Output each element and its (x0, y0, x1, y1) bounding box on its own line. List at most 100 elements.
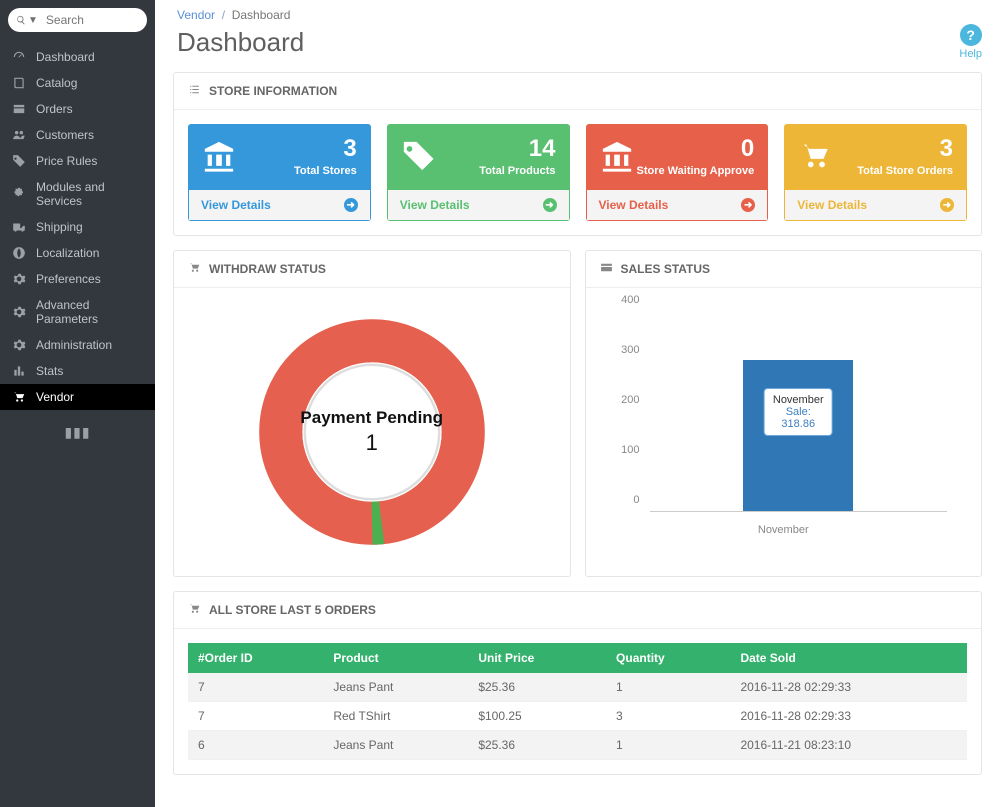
bar-november[interactable]: November Sale: 318.86 (743, 360, 853, 511)
help-button[interactable]: ? Help (959, 24, 982, 60)
panel-title: ALL STORE LAST 5 ORDERS (209, 603, 376, 617)
gear-icon (12, 272, 26, 286)
tooltip-label: November (773, 394, 824, 406)
sidebar-item-label: Advanced Parameters (36, 298, 143, 326)
sidebar-item-preferences[interactable]: Preferences (0, 266, 155, 292)
page-title: Dashboard (177, 27, 304, 58)
donut-center-label: Payment Pending (300, 408, 443, 428)
sidebar-item-vendor[interactable]: Vendor (0, 384, 155, 410)
col-order-id: #Order ID (188, 643, 323, 673)
sidebar-item-label: Shipping (36, 220, 83, 234)
gear-icon (12, 338, 26, 352)
sidebar-item-price-rules[interactable]: Price Rules (0, 148, 155, 174)
sales-bar-chart: 0 100 200 300 400 November Sale: 318.86 (600, 302, 968, 542)
tag-icon (12, 154, 26, 168)
table-cell: 2016-11-28 02:29:33 (730, 673, 967, 702)
table-row[interactable]: 7Jeans Pant$25.3612016-11-28 02:29:33 (188, 673, 967, 702)
panel-heading: WITHDRAW STATUS (174, 251, 570, 288)
cart-icon (188, 261, 201, 277)
table-cell: $25.36 (468, 731, 606, 760)
breadcrumb-root[interactable]: Vendor (177, 8, 215, 22)
truck-icon (12, 220, 26, 234)
donut-center-value: 1 (366, 430, 378, 456)
withdraw-donut-chart: Payment Pending 1 (252, 312, 492, 552)
table-cell: 1 (606, 673, 730, 702)
plus-circle-icon: ➜ (940, 198, 954, 212)
sidebar: ▼ Dashboard Catalog Orders Customers Pri… (0, 0, 155, 807)
sidebar-item-stats[interactable]: Stats (0, 358, 155, 384)
table-cell: 7 (188, 673, 323, 702)
book-icon (12, 76, 26, 90)
y-tick: 200 (600, 394, 646, 406)
sidebar-item-administration[interactable]: Administration (0, 332, 155, 358)
card-total-store-orders: 3Total Store Orders View Details➜ (784, 124, 967, 221)
panel-heading: STORE INFORMATION (174, 73, 981, 110)
table-cell: 3 (606, 702, 730, 731)
sidebar-item-shipping[interactable]: Shipping (0, 214, 155, 240)
search-box[interactable]: ▼ (8, 8, 147, 32)
table-cell: $25.36 (468, 673, 606, 702)
card-value: 0 (637, 137, 755, 161)
cart-icon (798, 139, 832, 176)
store-information-panel: STORE INFORMATION 3Total Stores View Det… (173, 72, 982, 236)
table-row[interactable]: 6Jeans Pant$25.3612016-11-21 08:23:10 (188, 731, 967, 760)
bank-icon (202, 139, 236, 176)
orders-icon (12, 102, 26, 116)
stat-cards: 3Total Stores View Details➜ 14Total Prod… (188, 124, 967, 221)
col-product: Product (323, 643, 468, 673)
breadcrumb-current: Dashboard (232, 8, 291, 22)
view-details-link[interactable]: View Details➜ (188, 190, 371, 221)
table-cell: Red TShirt (323, 702, 468, 731)
sidebar-item-label: Localization (36, 246, 99, 260)
table-header-row: #Order ID Product Unit Price Quantity Da… (188, 643, 967, 673)
sidebar-item-label: Modules and Services (36, 180, 143, 208)
panel-heading: ALL STORE LAST 5 ORDERS (174, 592, 981, 629)
tooltip-value: Sale: 318.86 (773, 406, 824, 430)
y-tick: 400 (600, 294, 646, 306)
sidebar-item-label: Customers (36, 128, 94, 142)
sidebar-item-modules[interactable]: Modules and Services (0, 174, 155, 214)
card-label: Store Waiting Approve (637, 165, 755, 177)
sidebar-item-localization[interactable]: Localization (0, 240, 155, 266)
table-cell: Jeans Pant (323, 731, 468, 760)
search-dropdown-caret[interactable]: ▼ (28, 15, 38, 26)
breadcrumb: Vendor / Dashboard (177, 8, 982, 22)
sidebar-item-catalog[interactable]: Catalog (0, 70, 155, 96)
card-label: Total Stores (294, 165, 357, 177)
sidebar-item-orders[interactable]: Orders (0, 96, 155, 122)
sidebar-nav: Dashboard Catalog Orders Customers Price… (0, 44, 155, 410)
card-value: 14 (479, 137, 555, 161)
sidebar-item-label: Administration (36, 338, 112, 352)
card-label: Total Products (479, 165, 555, 177)
panel-title: WITHDRAW STATUS (209, 262, 326, 276)
sidebar-collapse-handle[interactable]: ▮▮▮ (0, 424, 155, 441)
cart-icon (12, 390, 26, 404)
gear-icon (12, 305, 26, 319)
sidebar-item-label: Preferences (36, 272, 101, 286)
table-row[interactable]: 7Red TShirt$100.2532016-11-28 02:29:33 (188, 702, 967, 731)
card-label: Total Store Orders (857, 165, 953, 177)
puzzle-icon (12, 187, 26, 201)
panel-heading: SALES STATUS (586, 251, 982, 288)
sidebar-item-label: Dashboard (36, 50, 95, 64)
withdraw-status-panel: WITHDRAW STATUS Payment Pendi (173, 250, 571, 577)
search-container: ▼ (0, 0, 155, 40)
barchart-icon (12, 364, 26, 378)
x-axis-label: November (758, 524, 809, 536)
view-details-link[interactable]: View Details➜ (784, 190, 967, 221)
y-tick: 300 (600, 344, 646, 356)
card-total-products: 14 Total Products View Details➜ (387, 124, 570, 221)
sidebar-item-label: Price Rules (36, 154, 97, 168)
sidebar-item-advanced[interactable]: Advanced Parameters (0, 292, 155, 332)
view-details-link[interactable]: View Details➜ (586, 190, 769, 221)
dashboard-icon (12, 50, 26, 64)
table-cell: 7 (188, 702, 323, 731)
table-cell: 6 (188, 731, 323, 760)
sidebar-item-dashboard[interactable]: Dashboard (0, 44, 155, 70)
plus-circle-icon: ➜ (741, 198, 755, 212)
globe-icon (12, 246, 26, 260)
sidebar-item-customers[interactable]: Customers (0, 122, 155, 148)
col-unit-price: Unit Price (468, 643, 606, 673)
view-details-link[interactable]: View Details➜ (387, 190, 570, 221)
users-icon (12, 128, 26, 142)
